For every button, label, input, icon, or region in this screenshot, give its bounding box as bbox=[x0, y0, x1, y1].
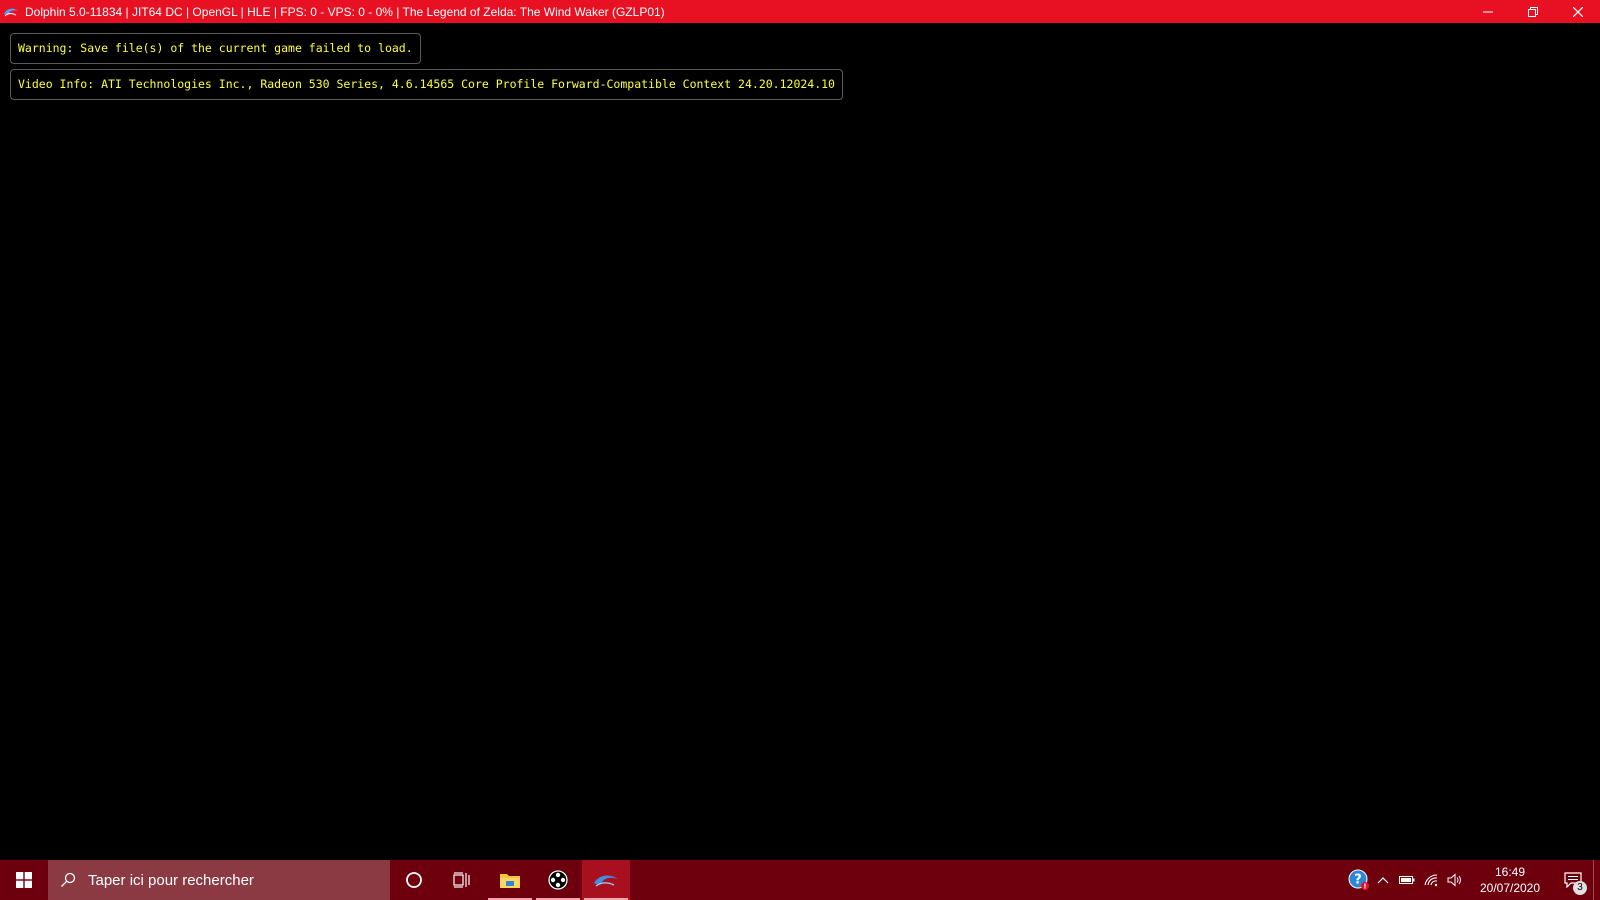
windows-logo-icon bbox=[16, 872, 32, 888]
help-question-icon: ? ! bbox=[1348, 869, 1369, 891]
close-icon bbox=[1572, 6, 1583, 17]
osd-warning-message: Warning: Save file(s) of the current gam… bbox=[10, 33, 421, 64]
taskbar-controller-app[interactable] bbox=[534, 860, 582, 900]
speaker-icon bbox=[1447, 873, 1461, 887]
minimize-icon bbox=[1482, 11, 1493, 12]
notification-count-badge: 3 bbox=[1573, 881, 1587, 895]
taskbar: Taper ici pour rechercher ? ! 16:49 20/0… bbox=[0, 860, 1600, 900]
cortana-button[interactable] bbox=[390, 860, 438, 900]
action-center-button[interactable]: 3 bbox=[1553, 860, 1593, 900]
search-box[interactable]: Taper ici pour rechercher bbox=[48, 860, 390, 900]
show-desktop-button[interactable] bbox=[1593, 860, 1600, 900]
minimize-button[interactable] bbox=[1465, 0, 1510, 23]
close-button[interactable] bbox=[1555, 0, 1600, 23]
game-render-area[interactable]: Warning: Save file(s) of the current gam… bbox=[0, 23, 1600, 860]
task-view-icon bbox=[453, 872, 470, 888]
osd-video-info-message: Video Info: ATI Technologies Inc., Radeo… bbox=[10, 69, 843, 100]
task-view-button[interactable] bbox=[438, 860, 486, 900]
title-bar[interactable]: Dolphin 5.0-11834 | JIT64 DC | OpenGL | … bbox=[0, 0, 1600, 23]
search-placeholder: Taper ici pour rechercher bbox=[88, 871, 254, 889]
window-title: Dolphin 5.0-11834 | JIT64 DC | OpenGL | … bbox=[25, 4, 665, 19]
dolphin-icon bbox=[594, 875, 618, 887]
help-tray-button[interactable]: ? ! bbox=[1347, 860, 1371, 900]
battery-icon bbox=[1399, 876, 1415, 884]
dolphin-icon bbox=[3, 4, 19, 20]
chevron-up-icon bbox=[1377, 877, 1389, 884]
cortana-circle-icon bbox=[406, 872, 422, 888]
taskbar-clock[interactable]: 16:49 20/07/2020 bbox=[1473, 864, 1547, 896]
svg-text:?: ? bbox=[1354, 873, 1362, 888]
battery-tray-button[interactable] bbox=[1395, 860, 1419, 900]
clock-date: 20/07/2020 bbox=[1479, 881, 1541, 895]
network-tray-button[interactable] bbox=[1419, 860, 1443, 900]
show-hidden-icons-button[interactable] bbox=[1371, 860, 1395, 900]
svg-text:!: ! bbox=[1363, 883, 1366, 891]
gamepad-icon bbox=[548, 870, 568, 890]
restore-icon bbox=[1527, 6, 1538, 17]
taskbar-file-explorer[interactable] bbox=[486, 860, 534, 900]
search-icon bbox=[48, 872, 88, 888]
taskbar-dolphin[interactable] bbox=[582, 860, 630, 900]
window-controls bbox=[1465, 0, 1600, 23]
wifi-icon bbox=[1424, 874, 1438, 887]
start-button[interactable] bbox=[0, 860, 48, 900]
folder-icon bbox=[500, 874, 520, 888]
restore-button[interactable] bbox=[1510, 0, 1555, 23]
system-tray: ? ! 16:49 20/07/2020 3 bbox=[1347, 860, 1600, 900]
volume-tray-button[interactable] bbox=[1443, 860, 1467, 900]
clock-time: 16:49 bbox=[1494, 865, 1526, 879]
